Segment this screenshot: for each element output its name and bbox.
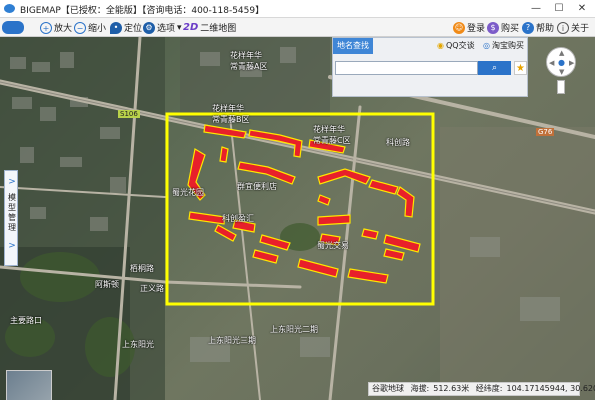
- locate-label: 定位: [124, 24, 143, 34]
- map-label: 花样年华: [313, 125, 345, 134]
- map-mode-label: 二维地图: [200, 24, 237, 34]
- login-label: 登录: [467, 24, 486, 34]
- buy-label: 购买: [501, 24, 520, 34]
- minimize-button[interactable]: —: [525, 1, 547, 17]
- zoom-in-button[interactable]: + 放大: [40, 20, 72, 35]
- altitude-label: 海拔:: [410, 384, 430, 393]
- about-button[interactable]: i 关于: [557, 20, 589, 35]
- info-icon: i: [557, 21, 569, 34]
- map-label: 花样年华: [212, 104, 244, 113]
- expand-arrow-icon[interactable]: >: [7, 241, 17, 251]
- map-label: 常青藤C区: [313, 136, 351, 145]
- gear-icon: ⚙: [143, 21, 155, 34]
- pan-up-icon[interactable]: ▲: [559, 49, 564, 57]
- taobao-label: 淘宝购买: [491, 41, 524, 50]
- expand-arrow-icon[interactable]: >: [7, 177, 17, 187]
- coords-value: 104.17145944, 30.62075806: [506, 384, 595, 393]
- maximize-button[interactable]: ☐: [548, 1, 570, 17]
- help-button[interactable]: ? 帮助: [522, 20, 554, 35]
- zoom-out-button[interactable]: − 缩小: [74, 20, 106, 35]
- 2d-icon: 2D: [183, 22, 199, 33]
- location-pin-icon: •: [110, 21, 122, 34]
- user-icon: ☺: [453, 21, 465, 34]
- title-bar: BIGEMAP【已授权：全能版】【咨询电话：400-118-5459】 — ☐ …: [0, 0, 595, 18]
- window-title: BIGEMAP【已授权：全能版】【咨询电话：400-118-5459】: [20, 6, 265, 16]
- map-label: 主要路口: [10, 316, 42, 325]
- favorite-button[interactable]: ★: [514, 61, 527, 75]
- map-label: 常青藤B区: [212, 115, 250, 124]
- map-mode-button[interactable]: 2D 二维地图: [183, 20, 236, 35]
- zoom-in-label: 放大: [54, 24, 73, 34]
- map-label: 上东阳光: [122, 340, 154, 349]
- qq-icon: ◉: [437, 41, 444, 50]
- status-bar: 谷歌地球 海拔:512.63米 经纬度:104.17145944, 30.620…: [368, 382, 595, 396]
- home-button[interactable]: [2, 20, 24, 35]
- chevron-down-icon: ▾: [177, 22, 182, 33]
- close-button[interactable]: ✕: [571, 1, 593, 17]
- tab-place-search[interactable]: 地名查找: [333, 38, 373, 54]
- map-label: 群宜便利店: [237, 182, 277, 191]
- cart-icon: $: [487, 21, 499, 34]
- map-label: 科创路: [386, 138, 410, 147]
- road-badge: G76: [536, 128, 555, 136]
- zoom-in-icon: +: [40, 21, 52, 34]
- qq-label: QQ交谈: [445, 41, 475, 50]
- map-source: 谷歌地球: [372, 384, 404, 393]
- map-label: 栢桐路: [130, 264, 154, 273]
- map-label: 蜀光花园: [172, 188, 204, 197]
- overview-minimap[interactable]: [6, 370, 52, 400]
- star-icon: ★: [516, 63, 525, 74]
- qq-chat-link[interactable]: ◉ QQ交谈: [437, 40, 475, 51]
- map-label: 上东阳光三期: [208, 336, 256, 345]
- help-label: 帮助: [536, 24, 555, 34]
- pan-down-icon[interactable]: ▼: [559, 68, 564, 76]
- coords-label: 经纬度:: [475, 384, 503, 393]
- model-management-label: 模型管理: [8, 193, 16, 232]
- map-label: 蜀光交易: [317, 241, 349, 250]
- locate-button[interactable]: • 定位: [110, 20, 142, 35]
- taobao-buy-link[interactable]: ◎ 淘宝购买: [483, 40, 524, 51]
- zoom-out-label: 缩小: [88, 24, 107, 34]
- search-icon: ⌕: [491, 63, 498, 73]
- map-label: 常青藤A区: [230, 62, 268, 71]
- search-input[interactable]: [335, 61, 478, 75]
- pan-right-icon[interactable]: ▶: [569, 59, 574, 67]
- map-label: 花样年华: [230, 51, 262, 60]
- options-label: 选项: [157, 24, 176, 34]
- altitude-value: 512.63米: [433, 384, 470, 393]
- toolbar: + 放大 − 缩小 • 定位 ⚙ 选项 ▾ 2D 二维地图 ☺ 登录 $ 购买 …: [0, 18, 595, 37]
- map-label: 上东阳光二期: [270, 325, 318, 334]
- map-label: 科创盈汇: [222, 214, 254, 223]
- pan-left-icon[interactable]: ◀: [549, 59, 554, 67]
- map-label: 正义路: [140, 284, 164, 293]
- map-label: 阿斯顿: [95, 280, 119, 289]
- options-button[interactable]: ⚙ 选项 ▾: [143, 20, 182, 35]
- road-badge: S106: [118, 110, 140, 118]
- app-logo-icon: [4, 4, 15, 13]
- place-search-panel: 地名查找 ◉ QQ交谈 ◎ 淘宝购买 ⌕ ★: [332, 37, 528, 97]
- buy-button[interactable]: $ 购买: [487, 20, 519, 35]
- taobao-icon: ◎: [483, 41, 490, 50]
- about-label: 关于: [571, 24, 590, 34]
- navigation-compass[interactable]: ▲ ▼ ◀ ▶ ●: [546, 47, 576, 77]
- model-management-panel[interactable]: > 模型管理 >: [4, 170, 18, 266]
- search-button[interactable]: ⌕: [478, 61, 511, 75]
- compass-center-icon: ●: [558, 58, 565, 67]
- login-button[interactable]: ☺ 登录: [453, 20, 485, 35]
- zoom-out-icon: −: [74, 21, 86, 34]
- globe-icon: [2, 21, 24, 34]
- zoom-slider[interactable]: [557, 80, 565, 94]
- help-icon: ?: [522, 21, 534, 34]
